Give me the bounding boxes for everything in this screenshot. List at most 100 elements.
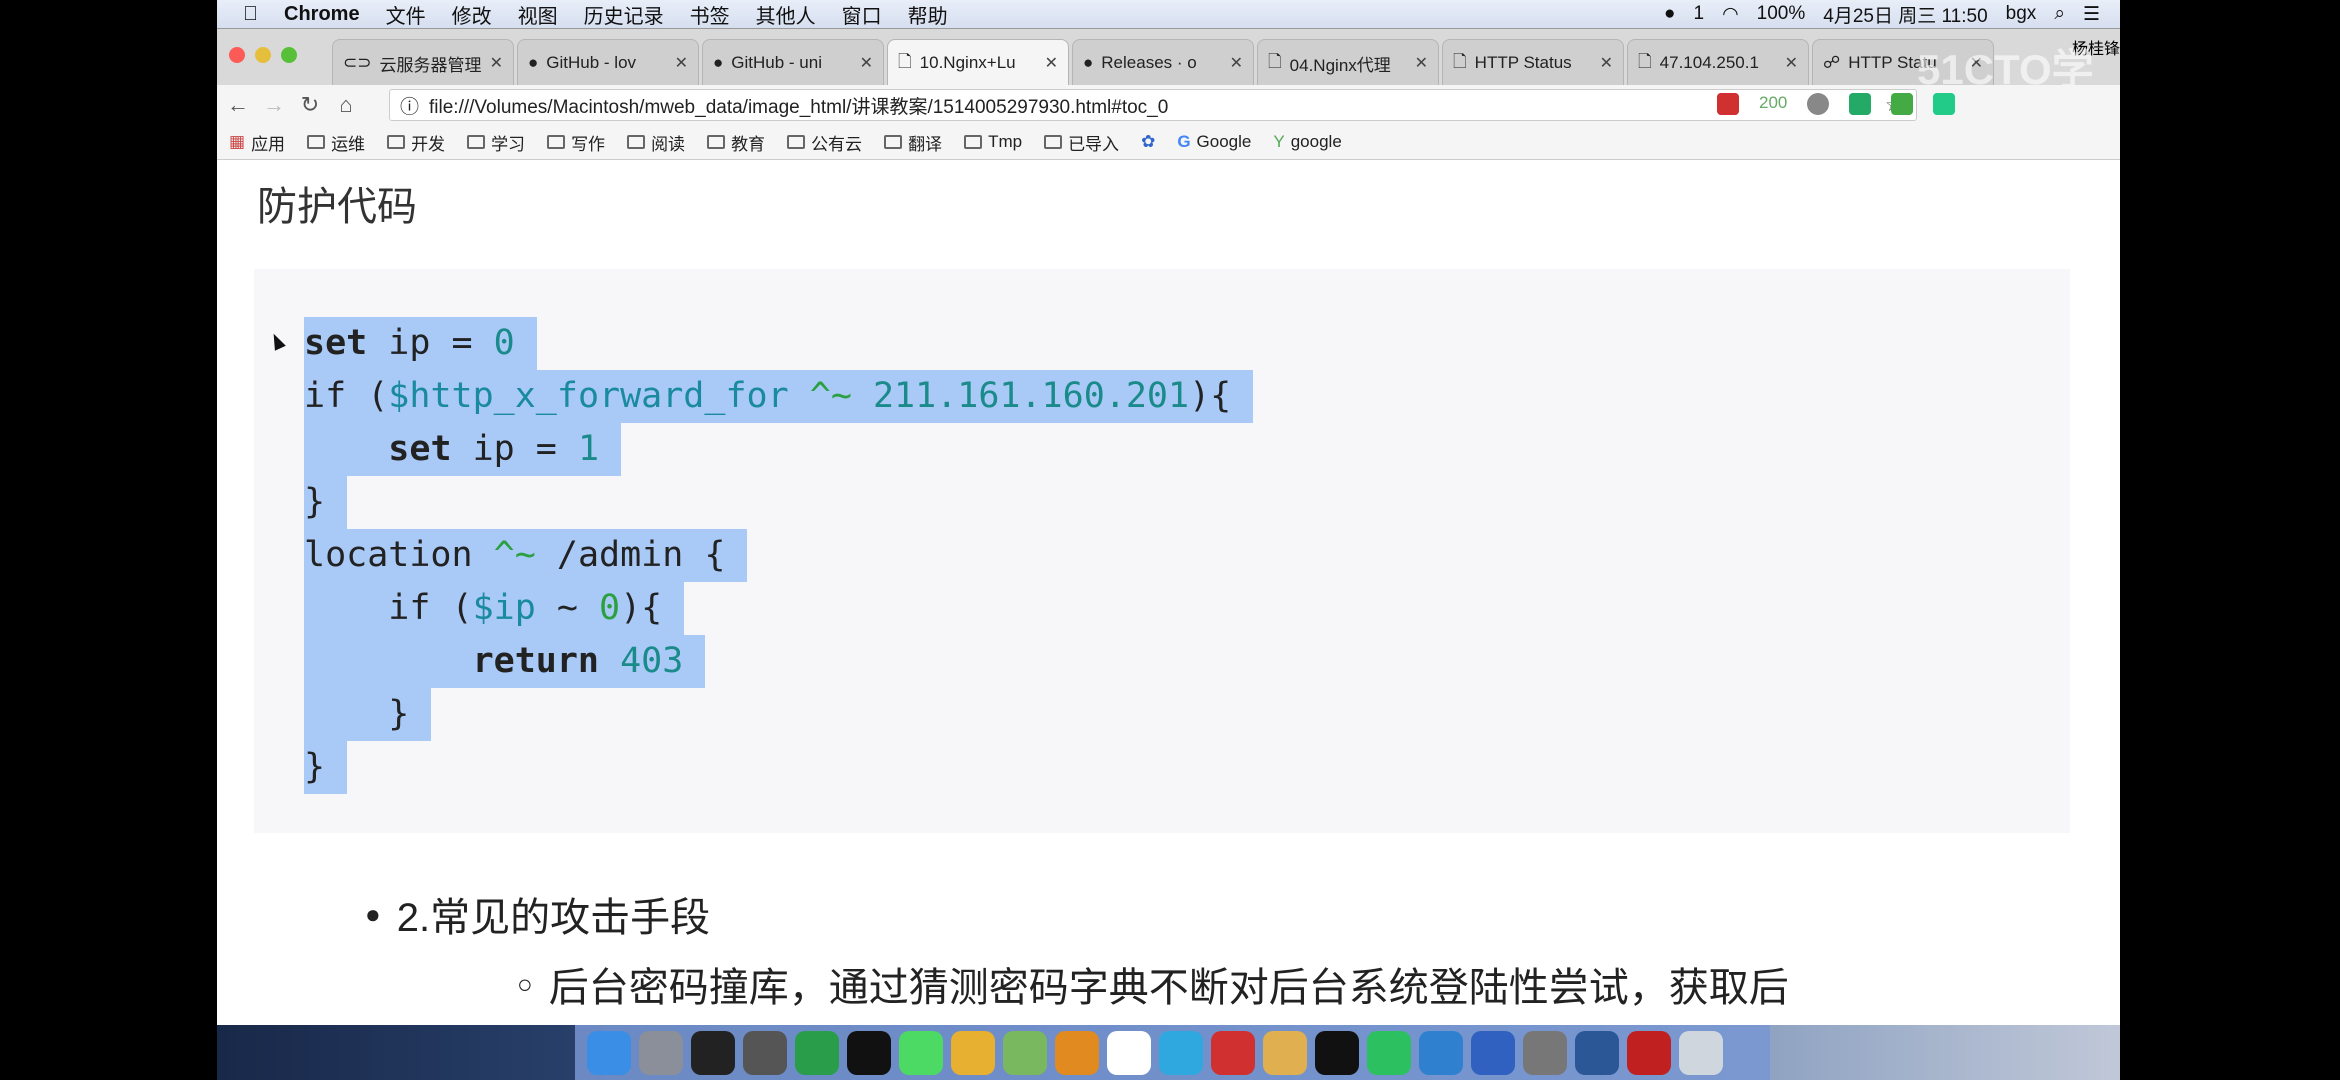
zoom-window-button[interactable]	[281, 47, 297, 63]
menu-bookmarks[interactable]: 书签	[690, 0, 730, 29]
url-text[interactable]: file:///Volumes/Macintosh/mweb_data/imag…	[429, 92, 1168, 119]
tab-0[interactable]: ⊂⊃ 云服务器管理 ✕	[332, 39, 514, 86]
code-block[interactable]: set ip = 0 if ($http_x_forward_for ^~ 211…	[254, 269, 2070, 833]
tab-close-icon[interactable]: ✕	[1785, 53, 1798, 73]
bookmark-baidu[interactable]: ✿	[1141, 132, 1155, 152]
close-window-button[interactable]	[229, 47, 245, 63]
extension-icon[interactable]	[1933, 93, 1956, 115]
bookmark-google[interactable]: G Google	[1177, 132, 1251, 152]
extension-icon[interactable]	[1807, 93, 1830, 115]
tab-7[interactable]: 🗋 47.104.250.1 ✕	[1627, 39, 1809, 86]
dock-activity-icon[interactable]	[743, 1030, 787, 1075]
reload-button[interactable]: ↻	[295, 92, 325, 118]
dock-finder-icon[interactable]	[587, 1030, 631, 1075]
home-button[interactable]: ⌂	[331, 92, 361, 118]
tab-3-active[interactable]: 🗋 10.Nginx+Lu ✕	[887, 39, 1069, 86]
dock-parallels-icon[interactable]	[1211, 1030, 1255, 1075]
menu-history[interactable]: 历史记录	[584, 0, 664, 29]
minimize-window-button[interactable]	[255, 47, 271, 63]
info-icon[interactable]: ⓘ	[400, 92, 419, 119]
tab-6[interactable]: 🗋 HTTP Status ✕	[1442, 39, 1624, 86]
apple-icon[interactable]: 	[243, 3, 258, 26]
bookmark-folder[interactable]: 运维	[307, 130, 365, 155]
dock-notes-icon[interactable]	[1263, 1030, 1307, 1075]
tab-close-icon[interactable]: ✕	[675, 53, 688, 73]
extension-icon[interactable]	[1849, 93, 1872, 115]
tab-close-icon[interactable]: ✕	[490, 53, 503, 73]
dock-chrome-icon[interactable]	[951, 1030, 995, 1075]
code-token: 211.161.160.201	[872, 376, 1190, 416]
menu-file[interactable]: 文件	[386, 0, 426, 29]
notification-icon[interactable]: ☰	[2083, 3, 2100, 26]
wifi-icon[interactable]: ◠	[1722, 3, 1739, 26]
battery-text[interactable]: 100%	[1757, 3, 1806, 25]
tab-close-icon[interactable]: ✕	[1045, 53, 1058, 73]
bookmark-folder[interactable]: 已导入	[1044, 130, 1119, 155]
menu-window[interactable]: 窗口	[842, 0, 882, 29]
dock-launchpad-icon[interactable]	[639, 1030, 683, 1075]
cloud-icon: ⊂⊃	[343, 53, 372, 72]
tab-5[interactable]: 🗋 04.Nginx代理 ✕	[1257, 39, 1439, 86]
search-icon[interactable]: ⌕	[2054, 3, 2065, 25]
bookmark-apps[interactable]: ▦ 应用	[229, 130, 285, 155]
dock-pycharm-icon[interactable]	[795, 1030, 839, 1075]
menu-people[interactable]: 其他人	[756, 0, 816, 29]
tab-2[interactable]: ● GitHub - uni ✕	[702, 39, 884, 86]
tab-4[interactable]: ● Releases · o ✕	[1072, 39, 1254, 86]
dock-trash-icon[interactable]	[1679, 1030, 1723, 1075]
menu-edit[interactable]: 修改	[452, 0, 492, 29]
datetime[interactable]: 4月25日 周三 11:50	[1823, 1, 1987, 28]
dock-qq-icon[interactable]	[847, 1030, 891, 1075]
code-token: if (	[304, 588, 473, 628]
github-icon: ●	[528, 53, 539, 72]
dock-qq-icon[interactable]	[1315, 1030, 1359, 1075]
dock-keynote-icon[interactable]	[1419, 1030, 1463, 1075]
menu-view[interactable]: 视图	[518, 0, 558, 29]
tab-close-icon[interactable]: ✕	[1600, 53, 1613, 73]
bookmark-folder[interactable]: 翻译	[884, 130, 942, 155]
dock-iphoto-icon[interactable]	[1471, 1030, 1515, 1075]
bookmark-folder[interactable]: 公有云	[787, 130, 862, 155]
address-bar[interactable]: ⓘ file:///Volumes/Macintosh/mweb_data/im…	[389, 89, 1917, 121]
code-token: 1	[577, 429, 600, 469]
bookmark-google-2[interactable]: Ygoogle	[1273, 132, 1341, 152]
dock-wechat-icon[interactable]	[899, 1030, 943, 1075]
tab-close-icon[interactable]: ✕	[860, 53, 873, 73]
tab-close-icon[interactable]: ✕	[1230, 53, 1243, 73]
folder-icon	[467, 135, 486, 149]
selected-text: }	[304, 741, 348, 794]
code-token: }	[304, 694, 410, 734]
dock-word-icon[interactable]	[1575, 1030, 1619, 1075]
dock-telegram-icon[interactable]	[1159, 1030, 1203, 1075]
extension-icon[interactable]	[1891, 93, 1914, 115]
bookmark-folder[interactable]: 学习	[467, 130, 525, 155]
bookmark-folder[interactable]: 写作	[547, 130, 605, 155]
code-line: if ($http_x_forward_for ^~ 211.161.160.2…	[254, 370, 2070, 423]
dock-red-app-icon[interactable]	[1627, 1030, 1671, 1075]
user-name[interactable]: bgx	[2006, 3, 2037, 25]
back-button[interactable]: ←	[223, 92, 253, 118]
dock-xcode-icon[interactable]	[1523, 1030, 1567, 1075]
code-token: }	[304, 482, 326, 522]
extension-badge[interactable]: 200	[1759, 93, 1787, 115]
folder-icon	[387, 135, 406, 149]
menu-help[interactable]: 帮助	[908, 0, 948, 29]
dock-terminal-icon[interactable]	[691, 1030, 735, 1075]
dock-maps-icon[interactable]	[1003, 1030, 1047, 1075]
tab-1[interactable]: ● GitHub - lov ✕	[517, 39, 699, 86]
menu-app-name[interactable]: Chrome	[284, 3, 360, 26]
dock-sublime-icon[interactable]	[1055, 1030, 1099, 1075]
bookmark-folder[interactable]: 开发	[387, 130, 445, 155]
selected-text: return 403	[304, 635, 706, 688]
paw-icon: ✿	[1141, 132, 1156, 151]
dock-app-icon[interactable]	[1107, 1030, 1151, 1075]
bookmark-folder[interactable]: 教育	[707, 130, 765, 155]
tab-close-icon[interactable]: ✕	[1415, 53, 1428, 73]
bookmark-folder[interactable]: Tmp	[964, 132, 1022, 152]
qq-icon[interactable]: ●	[1664, 3, 1675, 25]
bookmark-folder[interactable]: 阅读	[627, 130, 685, 155]
forward-button[interactable]: →	[259, 92, 289, 118]
extension-icon[interactable]	[1717, 93, 1739, 115]
menu-bar:  Chrome 文件 修改 视图 历史记录 书签 其他人 窗口 帮助 ● 1 …	[217, 0, 2120, 28]
dock-wechat-work-icon[interactable]	[1367, 1030, 1411, 1075]
